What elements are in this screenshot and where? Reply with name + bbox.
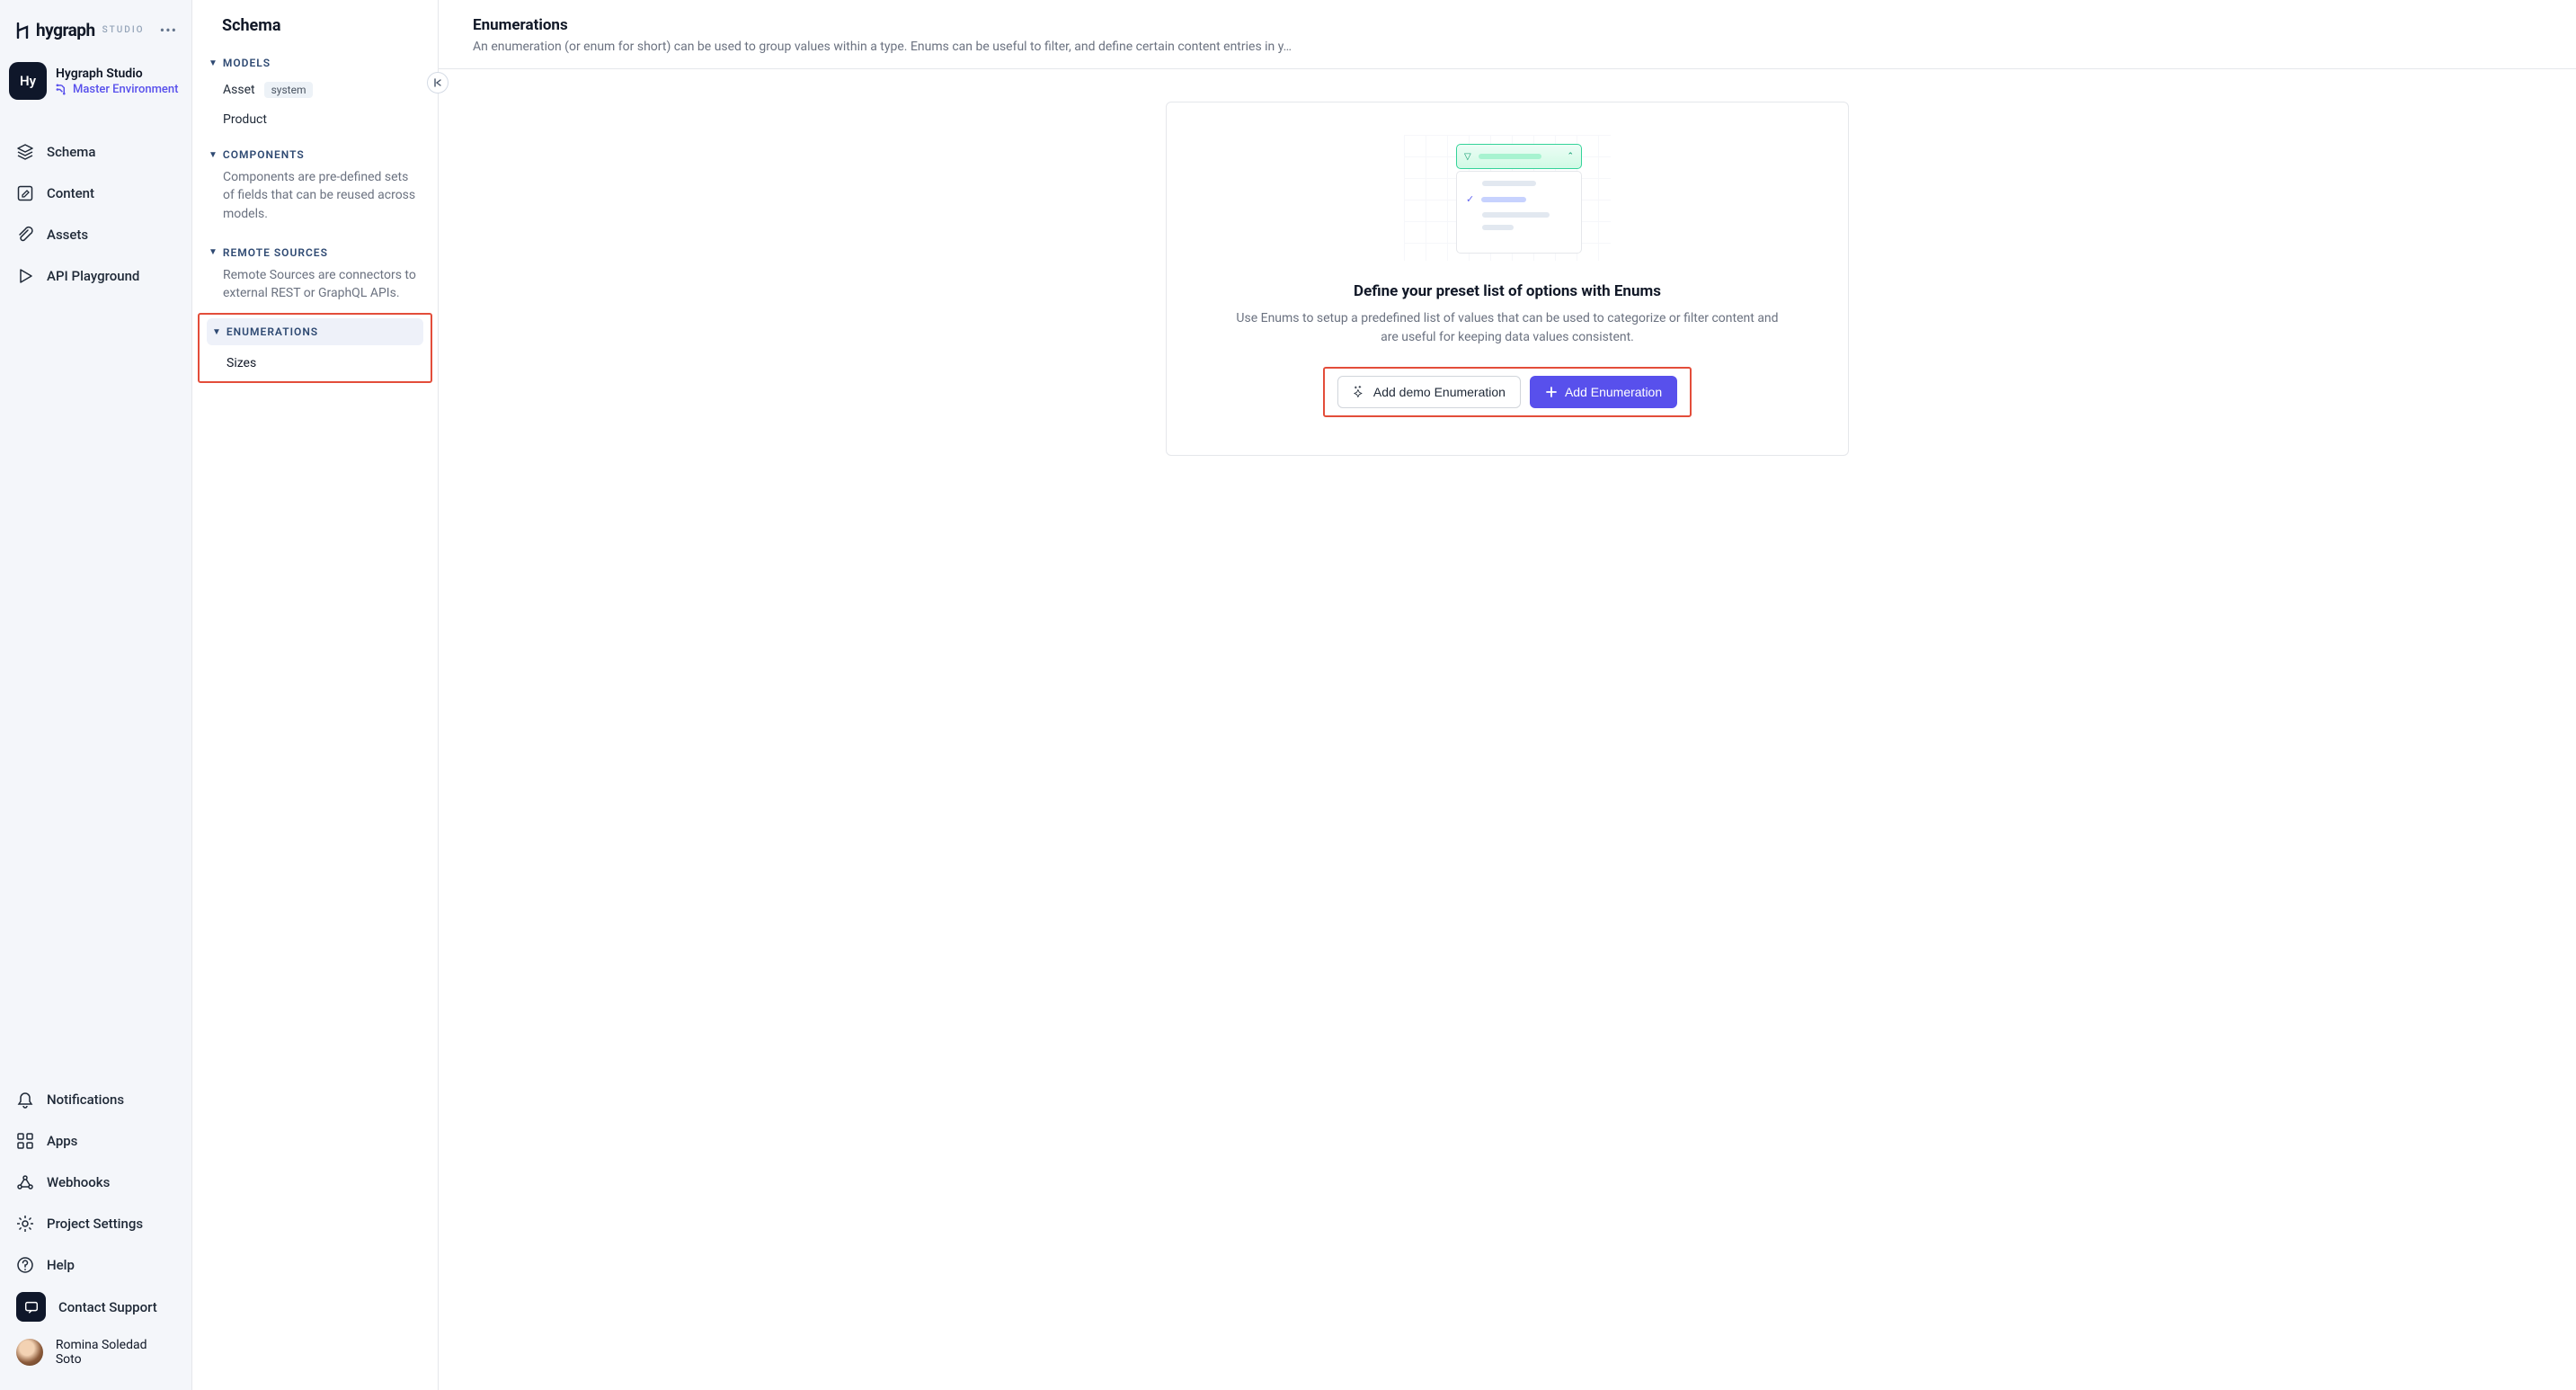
brand-menu-icon[interactable]: •••: [160, 22, 177, 39]
section-enumerations-header[interactable]: ▼ ENUMERATIONS: [207, 318, 423, 345]
grid-icon: [16, 1132, 34, 1150]
main-content: Enumerations An enumeration (or enum for…: [439, 0, 2576, 1390]
nav-apps[interactable]: Apps: [7, 1121, 184, 1161]
nav-assets[interactable]: Assets: [7, 215, 184, 254]
button-label: Add Enumeration: [1565, 385, 1662, 399]
help-icon: [16, 1256, 34, 1274]
section-remote-sources: ▼ REMOTE SOURCES Remote Sources are conn…: [192, 234, 438, 314]
add-demo-enumeration-button[interactable]: Add demo Enumeration: [1337, 376, 1521, 408]
triangle-down-icon: ▽: [1464, 152, 1471, 162]
nav-label: Schema: [47, 144, 95, 160]
collapse-left-icon: [432, 77, 443, 88]
nav-label: Project Settings: [47, 1216, 143, 1232]
enum-item-sizes[interactable]: Sizes: [205, 347, 425, 379]
empty-state-card: ▽ ⌃ ✓ Define your preset list of options…: [1166, 102, 1849, 456]
section-remote-sources-header[interactable]: ▼ REMOTE SOURCES: [205, 241, 425, 264]
schema-panel: Schema ▼ MODELS Asset system Product ▼ C…: [192, 0, 439, 1390]
main-header: Enumerations An enumeration (or enum for…: [439, 0, 2576, 69]
card-description: Use Enums to setup a predefined list of …: [1229, 309, 1786, 347]
section-label: COMPONENTS: [223, 148, 305, 161]
enumerations-highlight: ▼ ENUMERATIONS Sizes: [198, 313, 432, 383]
user-name: Romina Soledad Soto: [56, 1338, 175, 1367]
nav-secondary: Notifications Apps Webhooks Project Sett…: [7, 1080, 184, 1376]
section-models-header[interactable]: ▼ MODELS: [205, 51, 425, 75]
nav-project-settings[interactable]: Project Settings: [7, 1204, 184, 1243]
actions-highlight: Add demo Enumeration Add Enumeration: [1323, 367, 1692, 417]
page-title: Enumerations: [473, 16, 2542, 34]
branch-icon: [56, 84, 67, 95]
nav-label: Contact Support: [58, 1299, 157, 1315]
page-description: An enumeration (or enum for short) can b…: [473, 40, 2542, 54]
brand-row: hygraph STUDIO •••: [7, 14, 184, 57]
collapse-panel-button[interactable]: [427, 72, 449, 94]
schema-panel-title: Schema: [192, 16, 438, 44]
primary-sidebar: hygraph STUDIO ••• Hy Hygraph Studio Mas…: [0, 0, 192, 1390]
chevron-up-down-icon: ⌃: [1567, 152, 1574, 161]
model-name: Product: [223, 112, 267, 127]
project-name: Hygraph Studio: [56, 67, 178, 81]
enum-name: Sizes: [227, 356, 256, 370]
user-avatar: [16, 1339, 43, 1366]
nav-primary: Schema Content Assets API Playground: [7, 132, 184, 296]
nav-label: Content: [47, 185, 94, 201]
project-switcher[interactable]: Hy Hygraph Studio Master Environment: [7, 57, 184, 116]
nav-label: API Playground: [47, 268, 139, 284]
user-menu[interactable]: Romina Soledad Soto: [7, 1329, 184, 1376]
section-label: REMOTE SOURCES: [223, 246, 328, 259]
sparkle-icon: [1353, 386, 1366, 399]
project-avatar: Hy: [9, 62, 47, 100]
play-icon: [16, 267, 34, 285]
main-body: ▽ ⌃ ✓ Define your preset list of options…: [439, 69, 2576, 1390]
plus-icon: [1545, 386, 1558, 398]
nav-label: Assets: [47, 227, 88, 243]
nav-label: Help: [47, 1257, 75, 1273]
section-components: ▼ COMPONENTS Components are pre-defined …: [192, 136, 438, 234]
environment-label: Master Environment: [73, 83, 178, 96]
nav-notifications[interactable]: Notifications: [7, 1080, 184, 1119]
button-label: Add demo Enumeration: [1373, 385, 1506, 399]
nav-contact-support[interactable]: Contact Support: [7, 1287, 184, 1327]
check-icon: ✓: [1466, 193, 1474, 205]
section-label: MODELS: [223, 57, 271, 69]
model-name: Asset: [223, 83, 255, 97]
nav-help[interactable]: Help: [7, 1245, 184, 1285]
brand-name: hygraph: [36, 20, 95, 40]
nav-playground[interactable]: API Playground: [7, 256, 184, 296]
section-description: Remote Sources are connectors to externa…: [205, 264, 425, 312]
edit-icon: [16, 184, 34, 202]
chevron-down-icon: ▼: [212, 327, 221, 337]
project-environment: Master Environment: [56, 83, 178, 96]
nav-label: Apps: [47, 1133, 77, 1149]
gear-icon: [16, 1215, 34, 1233]
section-label: ENUMERATIONS: [227, 325, 318, 338]
section-description: Components are pre-defined sets of field…: [205, 166, 425, 232]
attachment-icon: [16, 226, 34, 244]
chevron-down-icon: ▼: [209, 150, 218, 160]
section-components-header[interactable]: ▼ COMPONENTS: [205, 143, 425, 166]
model-item-asset[interactable]: Asset system: [205, 75, 425, 105]
nav-label: Notifications: [47, 1092, 124, 1108]
brand-suffix: STUDIO: [102, 25, 145, 35]
bell-icon: [16, 1091, 34, 1109]
enum-illustration: ▽ ⌃ ✓: [1404, 135, 1611, 261]
layers-icon: [16, 143, 34, 161]
chevron-down-icon: ▼: [209, 58, 218, 68]
system-tag: system: [264, 82, 314, 98]
model-item-product[interactable]: Product: [205, 105, 425, 134]
webhook-icon: [16, 1173, 34, 1191]
nav-webhooks[interactable]: Webhooks: [7, 1163, 184, 1202]
nav-content[interactable]: Content: [7, 174, 184, 213]
nav-label: Webhooks: [47, 1174, 110, 1190]
nav-schema[interactable]: Schema: [7, 132, 184, 172]
section-models: ▼ MODELS Asset system Product: [192, 44, 438, 136]
brand-logo-icon: [14, 22, 31, 39]
add-enumeration-button[interactable]: Add Enumeration: [1530, 376, 1677, 408]
chevron-down-icon: ▼: [209, 247, 218, 257]
card-heading: Define your preset list of options with …: [1354, 282, 1661, 300]
chat-icon: [16, 1292, 46, 1322]
